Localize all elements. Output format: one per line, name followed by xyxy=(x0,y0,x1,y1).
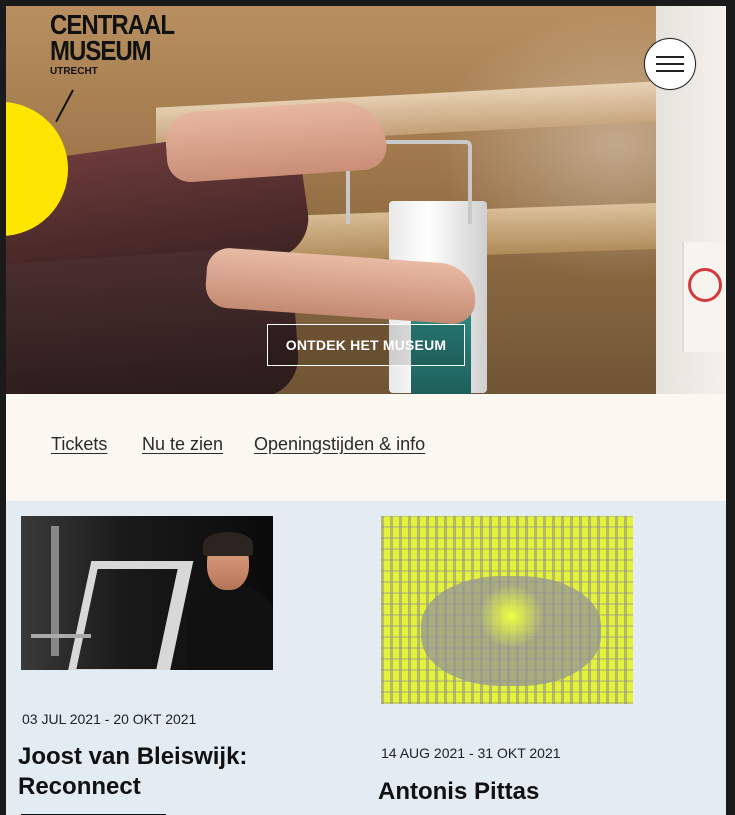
link-nu-te-zien[interactable]: Nu te zien xyxy=(142,434,223,455)
exhibition-image[interactable] xyxy=(21,516,273,670)
exhibition-title-line: Reconnect xyxy=(18,773,141,800)
exhibitions-list: 03 JUL 2021 - 20 OKT 2021 Joost van Blei… xyxy=(6,501,726,815)
logo-stroke xyxy=(55,89,74,123)
image-glow xyxy=(476,586,546,646)
hamburger-icon xyxy=(656,63,684,65)
link-openingstijden[interactable]: Openingstijden & info xyxy=(254,434,425,455)
logo-line-2: MUSEUM xyxy=(50,35,152,67)
hero-banner: CENTRAAL MUSEUM UTRECHT ONTDEK HET MUSEU… xyxy=(6,6,726,394)
hand-sanitizer-sign-icon xyxy=(688,268,722,302)
quick-links: Tickets Nu te zien Openingstijden & info xyxy=(6,394,726,501)
menu-button[interactable] xyxy=(644,38,696,90)
exhibition-title[interactable]: Joost van Bleiswijk: Reconnect xyxy=(18,742,247,802)
image-detail xyxy=(31,634,91,638)
logo-line-3: UTRECHT xyxy=(50,66,98,77)
page-viewport: CENTRAAL MUSEUM UTRECHT ONTDEK HET MUSEU… xyxy=(6,6,726,815)
exhibition-image[interactable] xyxy=(381,516,633,704)
exhibition-title-line: Joost van Bleiswijk: xyxy=(18,743,248,770)
discover-museum-button[interactable]: ONTDEK HET MUSEUM xyxy=(267,324,465,366)
image-person-body xyxy=(186,586,273,670)
exhibition-title[interactable]: Antonis Pittas xyxy=(378,777,539,807)
exhibition-dates: 14 AUG 2021 - 31 OKT 2021 xyxy=(381,745,561,761)
exhibition-dates: 03 JUL 2021 - 20 OKT 2021 xyxy=(22,711,197,727)
site-logo[interactable]: CENTRAAL MUSEUM UTRECHT xyxy=(50,11,175,123)
link-tickets[interactable]: Tickets xyxy=(51,434,107,455)
image-person-hair xyxy=(203,532,253,556)
hamburger-icon xyxy=(656,56,684,58)
hamburger-icon xyxy=(656,70,684,72)
